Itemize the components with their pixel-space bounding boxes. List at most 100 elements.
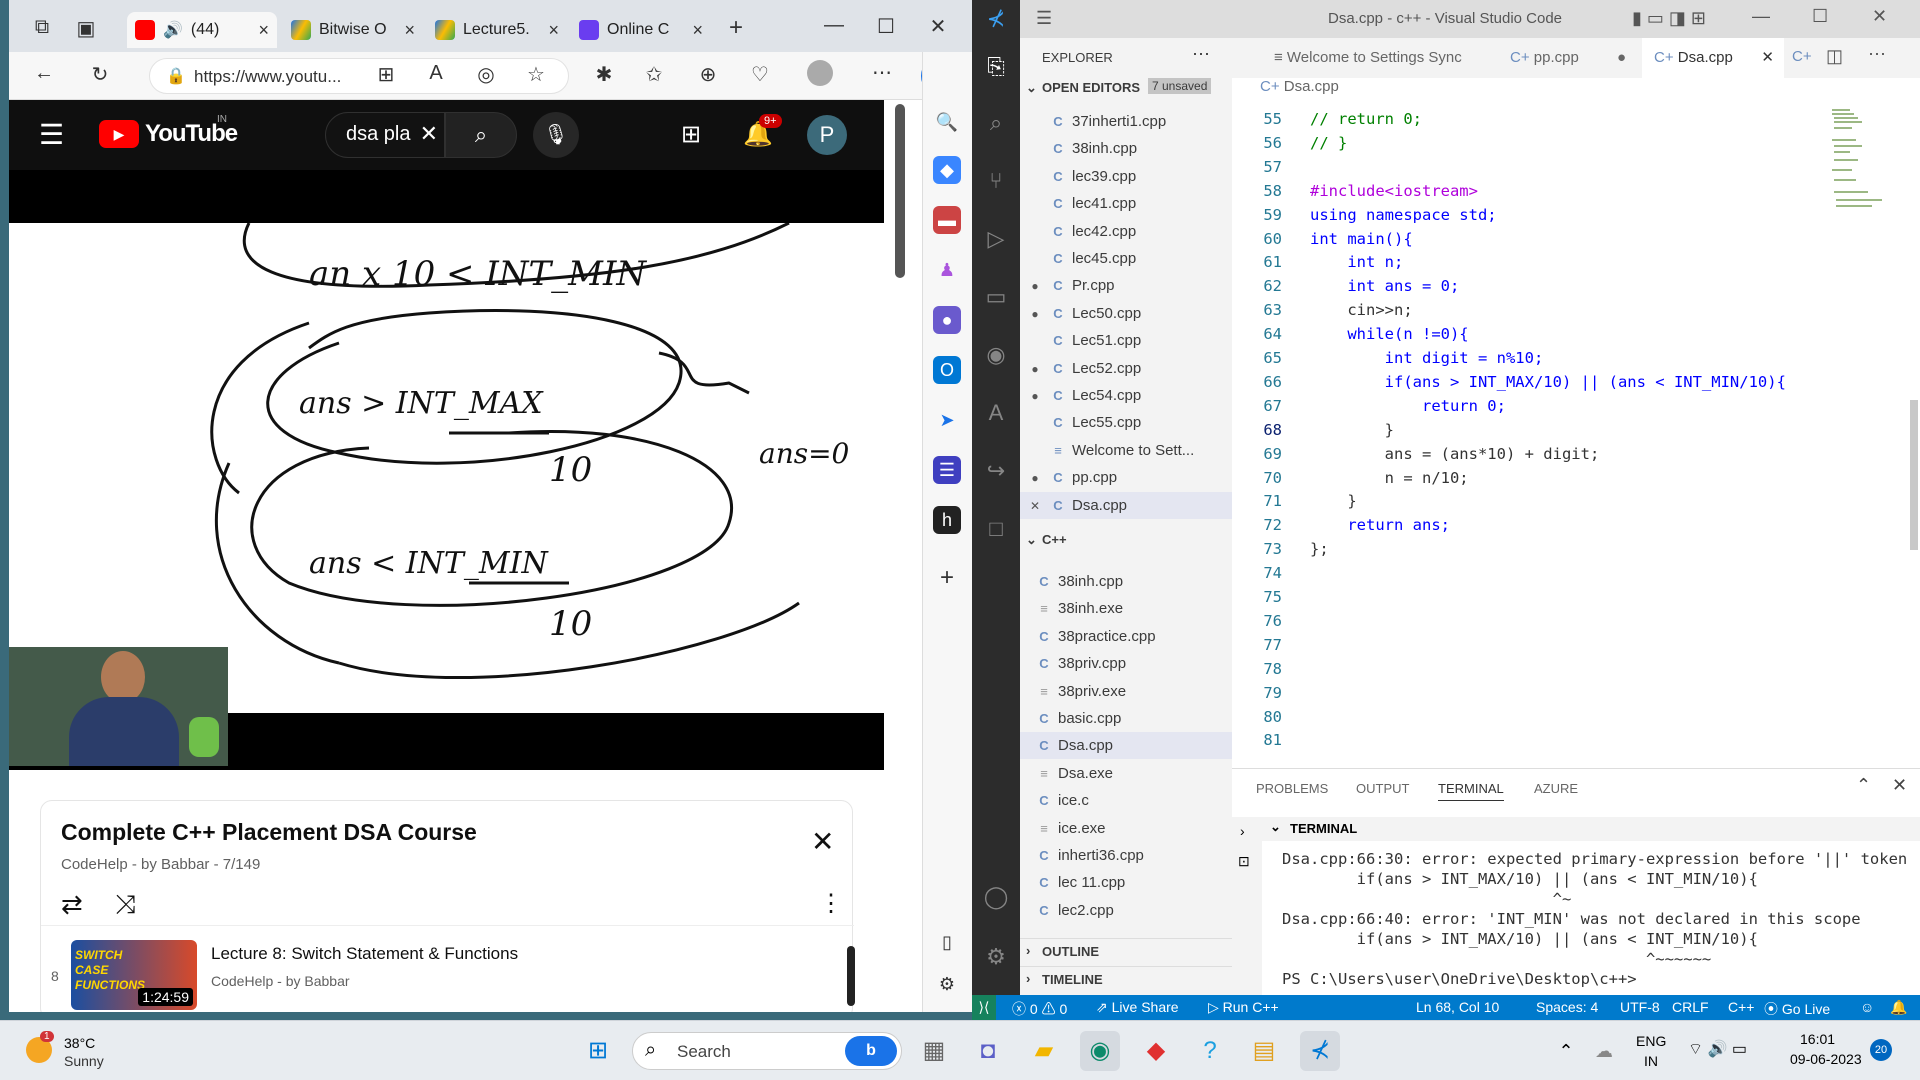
notifications-bell-icon[interactable]: 🔔 xyxy=(1890,999,1907,1016)
clock-time[interactable]: 16:01 xyxy=(1800,1031,1835,1047)
youtube-logo-icon[interactable]: ▶ xyxy=(99,120,139,148)
outline-header[interactable]: › OUTLINE xyxy=(1020,938,1232,964)
file-explorer-icon[interactable]: ▰ xyxy=(1024,1031,1064,1071)
code-line[interactable]: int main(){ xyxy=(1310,230,1413,248)
maximize-panel-icon[interactable]: ⌃ xyxy=(1856,775,1871,796)
onedrive-cloud-icon[interactable]: ☁ xyxy=(1584,1031,1624,1071)
youtube-search-input[interactable]: dsa pla ✕ xyxy=(325,112,445,158)
outlook-icon[interactable]: O xyxy=(933,356,961,384)
refresh-icon[interactable]: ↻ xyxy=(85,62,115,87)
run-debug-icon[interactable]: ▷ xyxy=(981,224,1011,254)
youtube-search-button[interactable]: ⌕ xyxy=(445,112,517,158)
url-field[interactable]: 🔒 https://www.youtu... xyxy=(149,58,569,94)
cursor-position[interactable]: Ln 68, Col 10 xyxy=(1416,999,1499,1015)
folder-file-item[interactable]: ≡ 38priv.exe xyxy=(1020,678,1232,705)
favorite-star-icon[interactable]: ☆ xyxy=(521,62,551,87)
code-line[interactable]: n = n/10; xyxy=(1310,469,1469,487)
github-icon[interactable]: ◉ xyxy=(981,340,1011,370)
close-tab-icon[interactable]: × xyxy=(548,20,559,41)
live-share-status[interactable]: ⇗ Live Share xyxy=(1096,999,1179,1016)
close-window-icon[interactable]: ✕ xyxy=(923,14,953,39)
settings-gear-icon[interactable]: ⚙ xyxy=(933,970,961,998)
minimize-icon[interactable]: — xyxy=(1752,6,1770,27)
teams-chat-icon[interactable]: ◘ xyxy=(968,1031,1008,1071)
folder-file-item[interactable]: ≡ ice.exe xyxy=(1020,815,1232,842)
extensions-icon[interactable]: ✱ xyxy=(589,62,619,87)
more-menu-icon[interactable]: ⋯ xyxy=(867,60,897,85)
layout-toggles-icon[interactable]: ▮ ▭ ◨ ⊞ xyxy=(1632,8,1706,29)
code-line[interactable]: int digit = n%10; xyxy=(1310,349,1544,367)
go-live-status[interactable]: ⦿ Go Live xyxy=(1764,999,1830,1019)
tab-terminal[interactable]: TERMINAL xyxy=(1438,781,1504,801)
code-line[interactable]: int ans = 0; xyxy=(1310,277,1459,295)
code-line[interactable]: // } xyxy=(1310,134,1347,152)
folder-file-item[interactable]: ≡ Dsa.exe xyxy=(1020,760,1232,787)
tab-azure[interactable]: AZURE xyxy=(1534,781,1578,796)
folder-file-item[interactable]: Cinherti36.cpp xyxy=(1020,842,1232,869)
code-line[interactable]: return ans; xyxy=(1310,516,1450,534)
playlist-item[interactable]: 8 SWITCH CASE FUNCTIONS 1:24:59 Lecture … xyxy=(41,925,855,1012)
open-editor-item[interactable]: ● C Lec54.cpp xyxy=(1020,382,1232,409)
loop-icon[interactable]: ⇄ xyxy=(61,889,83,920)
source-control-icon[interactable]: ⑂ xyxy=(981,166,1011,196)
new-tab-button[interactable]: + xyxy=(721,14,751,42)
errors-status[interactable]: ⓧ 0 ⚠ 0 xyxy=(1012,999,1067,1019)
tab-dsa-cpp[interactable]: C+ Dsa.cpp ✕ xyxy=(1642,38,1784,78)
search-icon[interactable]: ⌕ xyxy=(981,108,1011,138)
store-icon[interactable]: ▤ xyxy=(1244,1031,1284,1071)
close-panel-icon[interactable]: ✕ xyxy=(1892,775,1907,796)
shopping-icon[interactable]: ◆ xyxy=(933,156,961,184)
collections-icon[interactable]: ⊕ xyxy=(693,62,723,87)
page-scrollbar[interactable] xyxy=(895,104,905,278)
tab-lecture5[interactable]: Lecture5. × xyxy=(427,12,567,48)
open-editor-item[interactable]: C Lec55.cpp xyxy=(1020,409,1232,436)
open-editor-item[interactable]: C Lec51.cpp xyxy=(1020,327,1232,354)
voice-search-mic-icon[interactable]: 🎙 xyxy=(533,112,579,158)
profile-avatar[interactable] xyxy=(807,60,833,86)
code-line[interactable]: ans = (ans*10) + digit; xyxy=(1310,445,1600,463)
notification-count-badge[interactable]: 20 xyxy=(1870,1039,1892,1061)
open-editors-header[interactable]: ⌄ OPEN EDITORS 7 unsaved xyxy=(1020,78,1232,102)
playlist-scrollbar[interactable] xyxy=(847,946,855,1006)
terminal-output[interactable]: Dsa.cpp:66:30: error: expected primary-e… xyxy=(1282,849,1912,989)
hamburger-menu-icon[interactable]: ☰ xyxy=(39,118,64,151)
games-icon[interactable]: ♟ xyxy=(933,256,961,284)
start-windows-icon[interactable]: ⊞ xyxy=(578,1031,618,1071)
terminal-section-header[interactable]: ⌄ TERMINAL xyxy=(1262,817,1920,841)
azure-icon[interactable]: A xyxy=(981,398,1011,428)
weather-widget[interactable]: 1 38°C Sunny xyxy=(26,1031,146,1073)
create-video-icon[interactable]: ⊞ xyxy=(681,120,701,149)
extensions-icon[interactable]: □ xyxy=(981,514,1011,544)
editor-more-icon[interactable]: ⋯ xyxy=(1868,44,1886,65)
tab-youtube[interactable]: 🔊 (44) × xyxy=(127,12,277,48)
workspaces-icon[interactable]: ⧉ xyxy=(27,16,57,39)
code-line[interactable]: } xyxy=(1310,421,1394,439)
open-editor-item[interactable]: Clec42.cpp xyxy=(1020,218,1232,245)
wifi-volume-battery-icon[interactable]: ⌔ 🔊 ▭ xyxy=(1688,1039,1747,1059)
language-status[interactable]: C++ xyxy=(1728,999,1754,1015)
indentation-status[interactable]: Spaces: 4 xyxy=(1536,999,1598,1015)
encoding-status[interactable]: UTF-8 xyxy=(1620,999,1660,1015)
close-playlist-icon[interactable]: ✕ xyxy=(811,825,834,858)
shuffle-icon[interactable]: ⤨ xyxy=(115,889,136,921)
open-editor-item[interactable]: Clec41.cpp xyxy=(1020,190,1232,217)
maximize-icon[interactable]: ☐ xyxy=(1812,6,1828,27)
timeline-header[interactable]: › TIMELINE xyxy=(1020,966,1232,992)
close-editor-icon[interactable]: ✕ xyxy=(1020,493,1050,519)
minimize-icon[interactable]: — xyxy=(819,14,849,37)
open-editor-item[interactable]: ● C Lec52.cpp xyxy=(1020,355,1232,382)
tab-online-compiler[interactable]: Online C × xyxy=(571,12,711,48)
open-editor-item[interactable]: Clec45.cpp xyxy=(1020,245,1232,272)
tab-output[interactable]: OUTPUT xyxy=(1356,781,1409,796)
hidden-icons-chevron-icon[interactable]: ⌃ xyxy=(1546,1031,1586,1071)
open-editor-item[interactable]: Clec39.cpp xyxy=(1020,163,1232,190)
folder-file-item[interactable]: Clec2.cpp xyxy=(1020,897,1232,924)
anydesk-icon[interactable]: ◆ xyxy=(1136,1031,1176,1071)
minimap[interactable] xyxy=(1832,100,1892,240)
code-line[interactable]: int n; xyxy=(1310,253,1403,271)
code-line[interactable]: #include<iostream> xyxy=(1310,182,1478,200)
read-aloud-icon[interactable]: A xyxy=(421,62,451,85)
tools-icon[interactable]: ▬ xyxy=(933,206,961,234)
chevron-right-icon[interactable]: › xyxy=(1240,823,1245,839)
close-tab-icon[interactable]: × xyxy=(692,20,703,41)
